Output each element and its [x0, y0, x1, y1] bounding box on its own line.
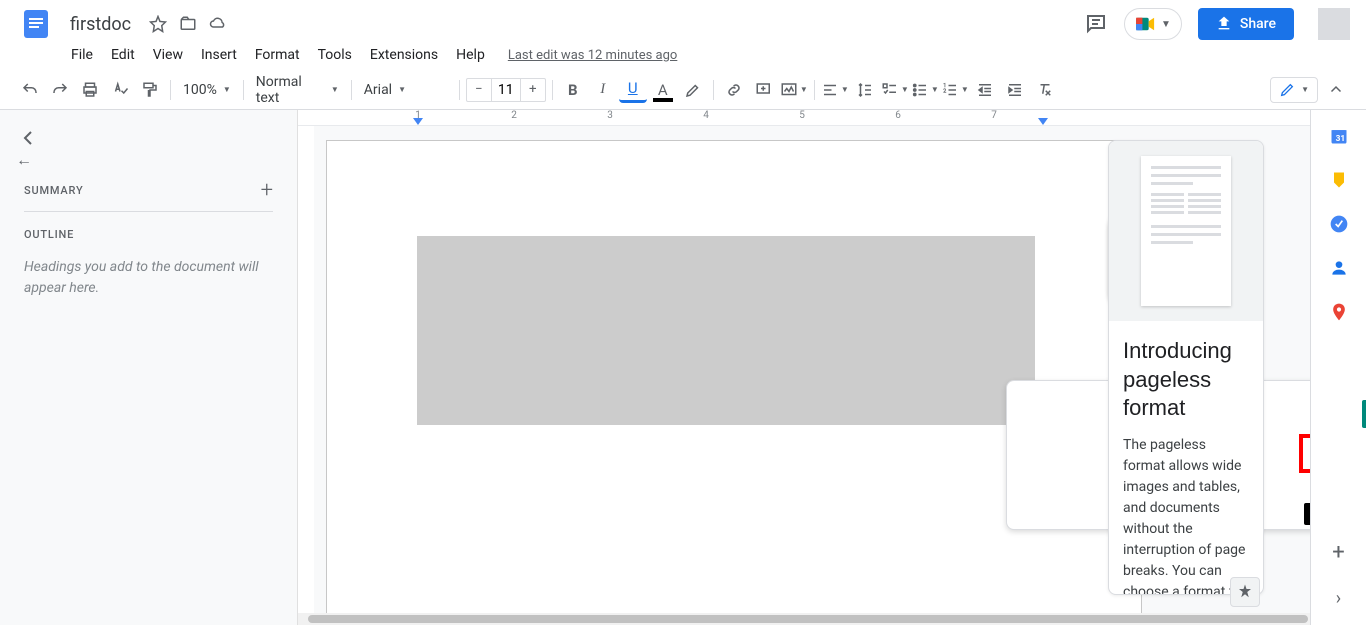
line-spacing-button[interactable] — [851, 76, 879, 104]
horizontal-ruler[interactable]: 1 2 3 4 5 6 7 — [298, 110, 1310, 126]
menu-view[interactable]: View — [146, 43, 190, 67]
maps-icon[interactable] — [1329, 302, 1349, 322]
comment-history-icon[interactable] — [1084, 12, 1108, 36]
font-dropdown[interactable]: Arial ▼ — [358, 78, 453, 102]
menu-edit[interactable]: Edit — [104, 43, 142, 67]
info-card-preview — [1109, 141, 1263, 321]
tasks-icon[interactable] — [1329, 214, 1349, 234]
chevron-down-icon: ▼ — [331, 85, 339, 94]
get-addons-button[interactable]: + — [1332, 540, 1344, 565]
meet-button[interactable]: ▼ — [1124, 8, 1182, 40]
editing-mode-button[interactable]: ▼ — [1270, 77, 1318, 103]
share-button[interactable]: Share — [1198, 8, 1294, 40]
calendar-icon[interactable]: 31 — [1329, 126, 1349, 146]
contacts-icon[interactable] — [1329, 258, 1349, 278]
undo-button[interactable] — [16, 76, 44, 104]
vertical-ruler[interactable] — [298, 126, 314, 625]
focus-highlight: Apply — [1299, 434, 1310, 473]
chevron-down-icon: ▼ — [1161, 19, 1171, 30]
outline-panel: ← SUMMARY + OUTLINE Headings you add to … — [0, 110, 298, 625]
outline-hint: Headings you add to the document will ap… — [24, 257, 273, 299]
font-size-increase[interactable]: + — [521, 79, 545, 101]
pageless-info-card: Introducing pageless format The pageless… — [1108, 140, 1264, 595]
bulleted-list-button[interactable]: ▼ — [911, 76, 939, 104]
italic-button[interactable]: I — [589, 76, 617, 104]
summary-label: SUMMARY — [24, 184, 83, 197]
menu-insert[interactable]: Insert — [194, 43, 244, 67]
text-color-button[interactable]: A — [649, 76, 677, 104]
move-icon[interactable] — [179, 15, 197, 33]
menu-help[interactable]: Help — [449, 43, 492, 67]
last-edit-label[interactable]: Last edit was 12 minutes ago — [508, 48, 678, 63]
close-outline-button[interactable]: ← — [16, 126, 40, 150]
menu-format[interactable]: Format — [248, 43, 307, 67]
chevron-down-icon: ▼ — [398, 85, 406, 94]
hide-side-panel-button[interactable]: › — [1336, 588, 1341, 609]
explore-button[interactable] — [1230, 577, 1260, 607]
zoom-dropdown[interactable]: 100% ▼ — [177, 78, 237, 102]
redo-button[interactable] — [46, 76, 74, 104]
checklist-button[interactable]: ▼ — [881, 76, 909, 104]
svg-text:31: 31 — [1335, 134, 1345, 144]
add-comment-button[interactable] — [750, 76, 778, 104]
cloud-status-icon[interactable] — [209, 15, 227, 33]
numbered-list-button[interactable]: 12▼ — [941, 76, 969, 104]
share-label: Share — [1240, 16, 1276, 32]
info-card-title: Introducing pageless format — [1123, 337, 1249, 423]
outline-label: OUTLINE — [24, 228, 273, 241]
hide-menus-button[interactable] — [1322, 76, 1350, 104]
style-value: Normal text — [256, 74, 325, 106]
side-panel-indicator — [1362, 400, 1366, 428]
align-button[interactable]: ▼ — [821, 76, 849, 104]
account-avatar[interactable] — [1318, 8, 1350, 40]
styles-dropdown[interactable]: Normal text ▼ — [250, 70, 345, 110]
underline-button[interactable]: U — [619, 77, 647, 103]
increase-indent-button[interactable] — [1001, 76, 1029, 104]
print-button[interactable] — [76, 76, 104, 104]
keep-icon[interactable] — [1329, 170, 1349, 190]
star-icon[interactable] — [149, 15, 167, 33]
document-title[interactable]: firstdoc — [64, 12, 137, 37]
horizontal-scrollbar[interactable] — [298, 613, 1310, 625]
info-card-text: The pageless format allows wide images a… — [1123, 435, 1249, 595]
insert-link-button[interactable] — [720, 76, 748, 104]
chevron-down-icon: ▼ — [223, 85, 231, 94]
menu-file[interactable]: File — [64, 43, 100, 67]
insert-image-button[interactable]: ▼ — [780, 76, 808, 104]
font-size-decrease[interactable]: − — [467, 79, 491, 101]
zoom-value: 100% — [183, 82, 217, 98]
font-size-stepper[interactable]: − + — [466, 78, 546, 102]
text-selection — [417, 236, 1035, 425]
side-panel: 31 + › — [1310, 110, 1366, 625]
clear-formatting-button[interactable] — [1031, 76, 1059, 104]
paint-format-button[interactable] — [136, 76, 164, 104]
menu-extensions[interactable]: Extensions — [363, 43, 445, 67]
font-size-input[interactable] — [491, 79, 521, 101]
font-value: Arial — [364, 82, 392, 98]
decrease-indent-button[interactable] — [971, 76, 999, 104]
svg-text:2: 2 — [943, 88, 946, 94]
highlight-button[interactable] — [679, 76, 707, 104]
bold-button[interactable]: B — [559, 76, 587, 104]
docs-logo-icon[interactable] — [16, 4, 56, 44]
menu-tools[interactable]: Tools — [311, 43, 359, 67]
add-summary-button[interactable]: + — [261, 178, 273, 203]
spellcheck-button[interactable] — [106, 76, 134, 104]
